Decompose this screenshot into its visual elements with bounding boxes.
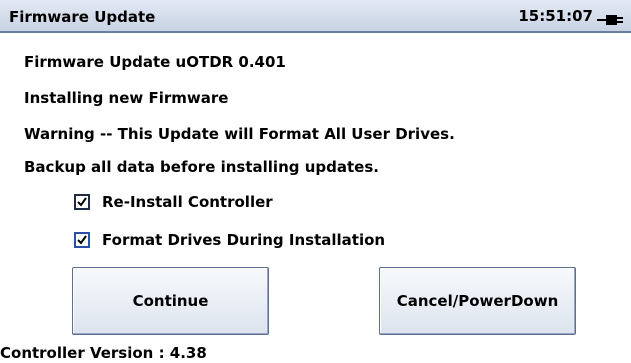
reinstall-controller-label: Re-Install Controller xyxy=(102,193,273,211)
reinstall-controller-checkbox[interactable] xyxy=(74,194,90,210)
format-drives-option[interactable]: Format Drives During Installation xyxy=(74,229,385,251)
warning-text: Warning -- This Update will Format All U… xyxy=(24,125,455,143)
format-drives-label: Format Drives During Installation xyxy=(102,231,386,249)
continue-button[interactable]: Continue xyxy=(72,267,269,335)
checkmark-icon xyxy=(77,197,87,207)
installing-text: Installing new Firmware xyxy=(24,89,229,107)
clock: 15:51:07 xyxy=(518,7,593,25)
format-drives-checkbox[interactable] xyxy=(74,232,90,248)
dialog-content: Firmware Update uOTDR 0.401 Installing n… xyxy=(0,33,631,363)
power-plug-icon xyxy=(597,11,625,25)
backup-text: Backup all data before installing update… xyxy=(24,158,379,176)
firmware-version-text: Firmware Update uOTDR 0.401 xyxy=(24,53,286,71)
title-bar: Firmware Update 15:51:07 xyxy=(0,0,631,33)
cancel-powerdown-button[interactable]: Cancel/PowerDown xyxy=(379,267,576,335)
checkmark-icon xyxy=(77,235,87,245)
reinstall-controller-option[interactable]: Re-Install Controller xyxy=(74,191,273,213)
controller-version: Controller Version : 4.38 xyxy=(0,344,207,362)
window-title: Firmware Update xyxy=(9,8,156,26)
